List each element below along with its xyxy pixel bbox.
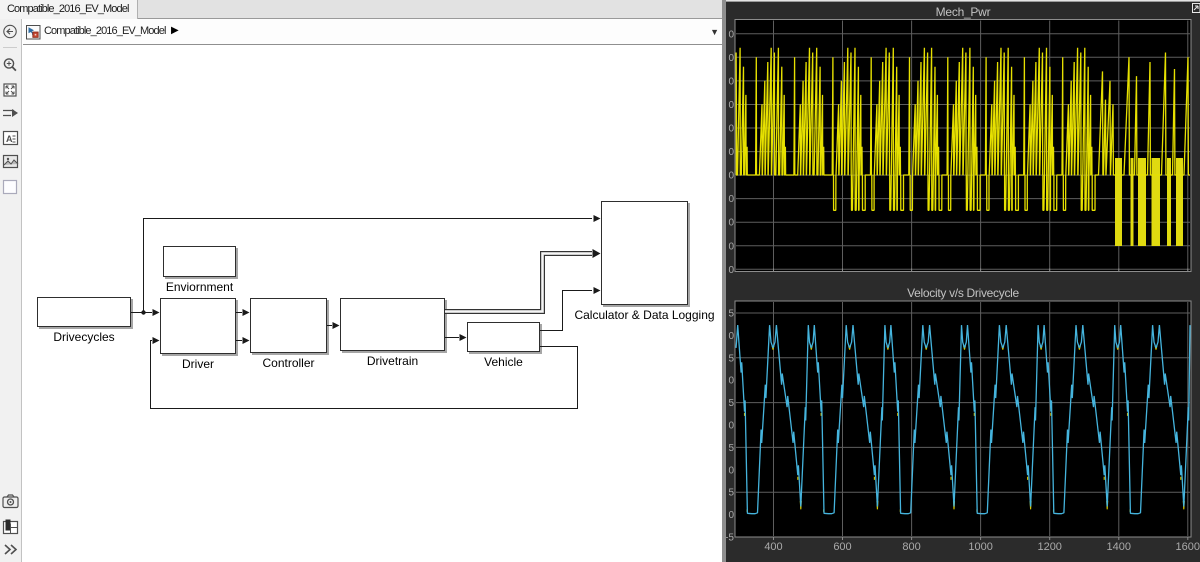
svg-text:5: 5 <box>728 488 734 499</box>
svg-text:0: 0 <box>728 218 734 229</box>
svg-text:0: 0 <box>728 194 734 205</box>
svg-text:1600: 1600 <box>1176 541 1200 553</box>
svg-text:0: 0 <box>728 331 734 342</box>
svg-text:0: 0 <box>728 241 734 252</box>
svg-text:Mech_Pwr: Mech_Pwr <box>936 5 991 19</box>
svg-text:600: 600 <box>833 541 851 553</box>
svg-text:1200: 1200 <box>1037 541 1061 553</box>
svg-text:1400: 1400 <box>1107 541 1131 553</box>
svg-text:0: 0 <box>728 510 734 521</box>
svg-text:5: 5 <box>728 443 734 454</box>
svg-text:0: 0 <box>728 29 734 40</box>
svg-text:0: 0 <box>728 171 734 182</box>
svg-text:0: 0 <box>728 124 734 135</box>
svg-text:5: 5 <box>728 309 734 320</box>
svg-text:0: 0 <box>728 53 734 64</box>
svg-text:400: 400 <box>764 541 782 553</box>
svg-text:0: 0 <box>728 265 734 276</box>
svg-text:Velocity v/s Drivecycle: Velocity v/s Drivecycle <box>907 286 1019 300</box>
svg-text:5: 5 <box>728 398 734 409</box>
svg-text:0: 0 <box>728 147 734 158</box>
svg-text:1000: 1000 <box>968 541 992 553</box>
svg-text:800: 800 <box>902 541 920 553</box>
svg-text:-5: -5 <box>726 533 734 544</box>
svg-text:0: 0 <box>728 76 734 87</box>
svg-text:0: 0 <box>728 100 734 111</box>
svg-text:0: 0 <box>728 421 734 432</box>
svg-text:0: 0 <box>728 465 734 476</box>
svg-text:5: 5 <box>728 353 734 364</box>
svg-text:0: 0 <box>728 376 734 387</box>
